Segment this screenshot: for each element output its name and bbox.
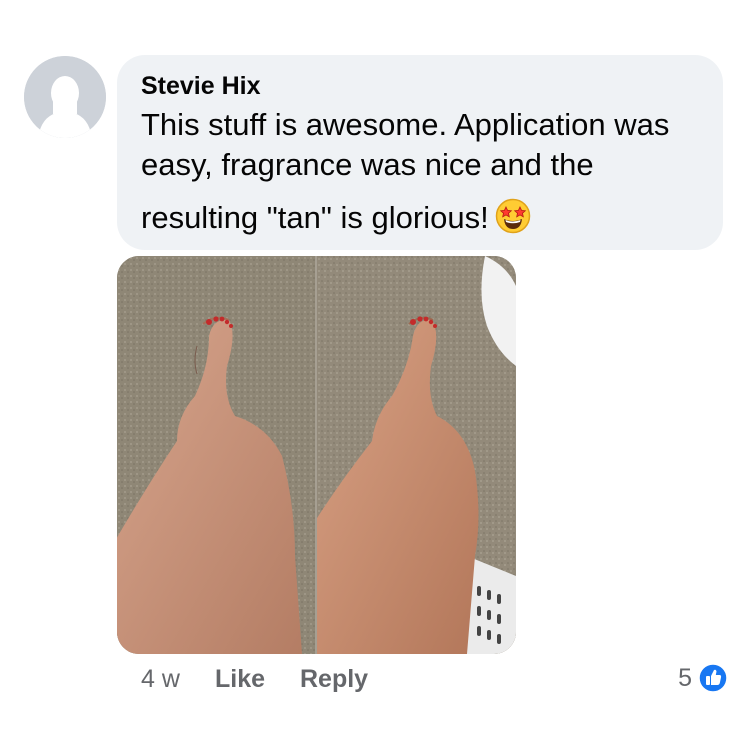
star-struck-emoji-icon <box>495 198 530 234</box>
comment-text-line: This stuff is awesome. Application was <box>141 107 670 142</box>
reaction-count: 5 <box>678 663 692 692</box>
reaction-summary[interactable]: 5 <box>678 660 728 696</box>
comment-bubble: Stevie Hix This stuff is awesome. Applic… <box>117 55 723 250</box>
reply-button[interactable]: Reply <box>300 665 368 694</box>
default-profile-icon <box>24 56 106 138</box>
comment-photo[interactable] <box>117 256 516 654</box>
comment-author[interactable]: Stevie Hix <box>141 72 261 101</box>
comment-text-line: easy, fragrance was nice and the <box>141 147 594 182</box>
photo-panel-left <box>117 256 316 654</box>
photo-panel-right <box>317 256 516 654</box>
comment-timestamp[interactable]: 4 w <box>141 665 180 694</box>
comment-text-line-content: resulting "tan" is glorious! <box>141 200 489 235</box>
comment-text-line: resulting "tan" is glorious! <box>141 198 531 236</box>
like-button[interactable]: Like <box>215 665 265 694</box>
avatar[interactable] <box>24 56 106 138</box>
thumbs-up-icon <box>698 663 728 693</box>
